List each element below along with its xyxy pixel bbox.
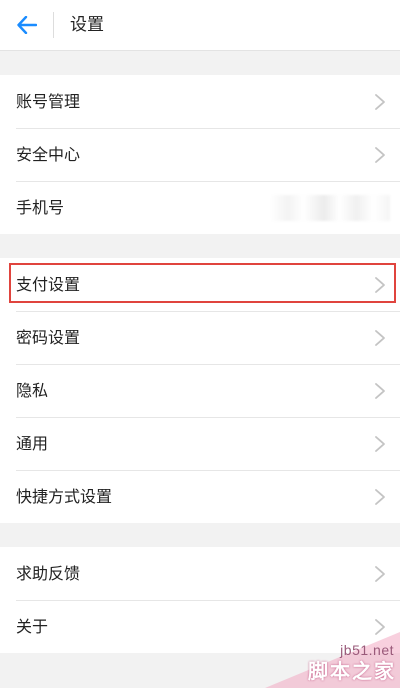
watermark: jb51.net 脚本之家: [250, 632, 400, 688]
settings-item-privacy[interactable]: 隐私: [0, 364, 400, 417]
settings-group-account: 账号管理 安全中心 手机号: [0, 75, 400, 234]
phone-number-redacted: [270, 195, 390, 221]
chevron-right-icon: [375, 330, 385, 346]
settings-item-label: 支付设置: [16, 275, 81, 294]
settings-item-phone-number[interactable]: 手机号: [0, 181, 400, 234]
arrow-left-icon: [17, 16, 37, 34]
back-button[interactable]: [10, 8, 44, 42]
chevron-right-icon: [375, 277, 385, 293]
settings-item-label: 关于: [16, 617, 49, 636]
settings-item-password-settings[interactable]: 密码设置: [0, 311, 400, 364]
page-title: 设置: [70, 15, 104, 35]
settings-item-payment-settings[interactable]: 支付设置: [0, 258, 400, 311]
chevron-right-icon: [375, 436, 385, 452]
settings-item-label: 密码设置: [16, 328, 81, 347]
settings-item-security-center[interactable]: 安全中心: [0, 128, 400, 181]
settings-item-general[interactable]: 通用: [0, 417, 400, 470]
watermark-name: 脚本之家: [308, 659, 396, 683]
settings-item-label: 求助反馈: [16, 564, 81, 583]
header-divider: [53, 12, 54, 38]
settings-item-label: 手机号: [16, 198, 65, 217]
settings-item-label: 快捷方式设置: [16, 487, 113, 506]
settings-item-help-feedback[interactable]: 求助反馈: [0, 547, 400, 600]
settings-item-account-management[interactable]: 账号管理: [0, 75, 400, 128]
settings-group-general: 支付设置 密码设置 隐私 通用 快捷方式设置: [0, 258, 400, 523]
settings-item-label: 隐私: [16, 381, 49, 400]
chevron-right-icon: [375, 94, 385, 110]
chevron-right-icon: [375, 147, 385, 163]
chevron-right-icon: [375, 383, 385, 399]
top-bar: 设置: [0, 0, 400, 51]
chevron-right-icon: [375, 566, 385, 582]
settings-item-label: 安全中心: [16, 145, 81, 164]
settings-item-label: 通用: [16, 434, 49, 453]
settings-item-shortcut-settings[interactable]: 快捷方式设置: [0, 470, 400, 523]
chevron-right-icon: [375, 489, 385, 505]
settings-item-label: 账号管理: [16, 92, 81, 111]
